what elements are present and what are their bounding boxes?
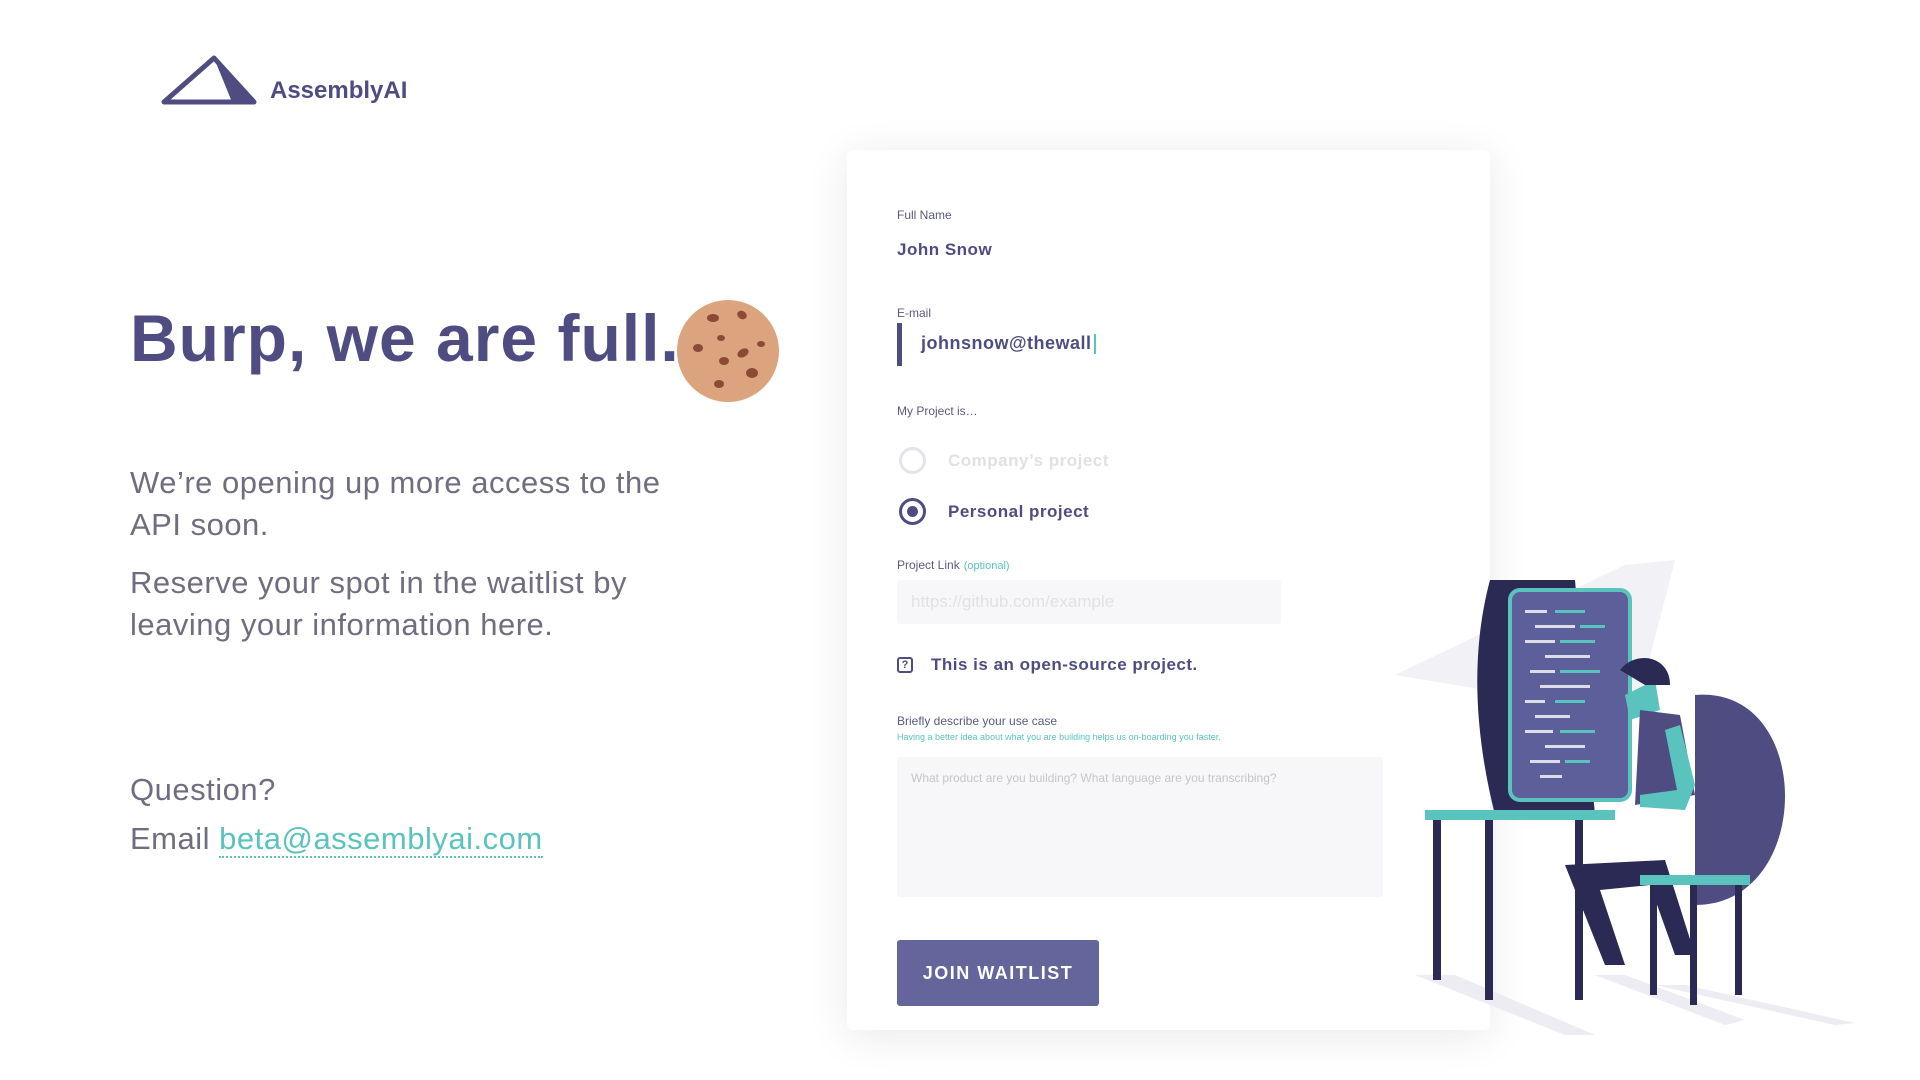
email-field[interactable]: johnsnow@thewall <box>921 333 1096 355</box>
email-prefix: Email <box>130 821 211 856</box>
project-link-input[interactable] <box>897 580 1281 624</box>
cookie-icon <box>677 300 779 402</box>
radio-label-personal: Personal project <box>948 501 1090 521</box>
project-type-label: My Project is… <box>897 404 978 418</box>
radio-button-selected[interactable] <box>899 498 926 525</box>
join-waitlist-button[interactable]: JOIN WAITLIST <box>897 940 1099 1006</box>
use-case-textarea[interactable] <box>897 757 1383 897</box>
radio-personal-project[interactable]: Personal project <box>899 498 1089 525</box>
full-name-label: Full Name <box>897 208 952 222</box>
email-value: johnsnow@thewall <box>921 333 1092 353</box>
optional-tag: (optional) <box>963 560 1010 572</box>
use-case-label: Briefly describe your use case <box>897 714 1058 728</box>
intro-paragraph-2: Reserve your spot in the waitlist by lea… <box>130 565 627 642</box>
radio-label-company: Company’s project <box>948 450 1109 470</box>
full-name-field[interactable]: John Snow <box>897 240 992 260</box>
brand-logo[interactable]: AssemblyAI <box>158 52 407 108</box>
open-source-checkbox-row[interactable]: ? This is an open-source project. <box>897 655 1198 675</box>
developer-at-computer-illustration <box>1395 560 1855 1035</box>
brand-name: AssemblyAI <box>270 77 408 104</box>
contact-email-link[interactable]: beta@assemblyai.com <box>219 821 543 858</box>
radio-button[interactable] <box>899 447 926 474</box>
page-headline: Burp, we are full. <box>130 301 680 375</box>
text-caret <box>1093 334 1096 355</box>
intro-paragraph-1: We’re opening up more access to the API … <box>130 465 661 542</box>
radio-company-project[interactable]: Company’s project <box>899 447 1109 474</box>
email-label: E-mail <box>897 306 932 320</box>
contact-block: Question? Email beta@assemblyai.com <box>130 765 543 863</box>
email-line: Email beta@assemblyai.com <box>130 814 543 863</box>
open-source-label: This is an open-source project. <box>931 655 1198 674</box>
triangle-logo-icon <box>161 55 257 105</box>
open-source-checkbox[interactable]: ? <box>897 657 913 673</box>
project-link-label: Project Link (optional) <box>897 558 1010 572</box>
intro-text: We’re opening up more access to the API … <box>130 462 690 662</box>
email-focus-indicator <box>897 323 902 366</box>
question-label: Question? <box>130 772 276 807</box>
waitlist-form-card: Full Name John Snow E-mail johnsnow@thew… <box>847 150 1490 1030</box>
use-case-hint: Having a better idea about what you are … <box>897 732 1221 742</box>
project-link-label-text: Project Link <box>897 558 960 572</box>
